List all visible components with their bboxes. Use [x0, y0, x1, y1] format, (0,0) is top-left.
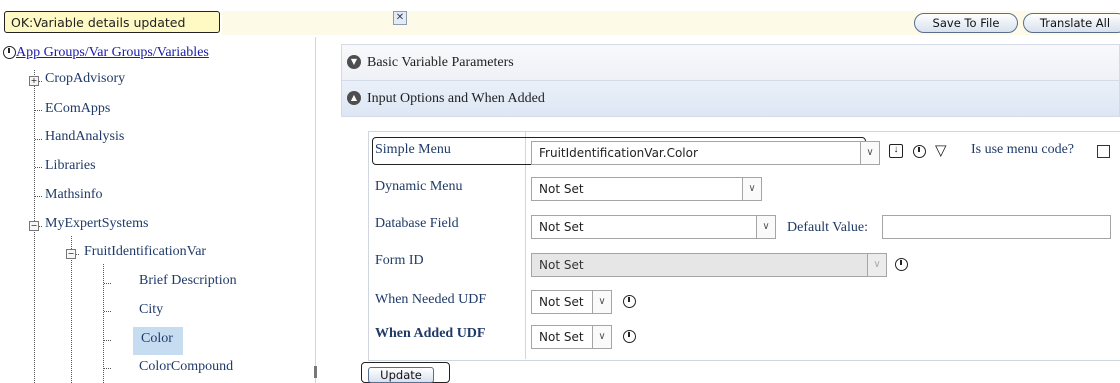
database-field-label: Database Field — [375, 216, 459, 231]
simple-menu-value: FruitIdentificationVar.Color — [539, 146, 698, 160]
refresh-icon[interactable] — [895, 258, 908, 271]
chevron-down-icon: ∨ — [867, 253, 887, 277]
simple-menu-label: Simple Menu — [375, 142, 451, 157]
tree-item-color[interactable]: Color — [141, 331, 173, 347]
tree-item-brief-description[interactable]: Brief Description — [139, 273, 237, 289]
download-icon[interactable]: ↓ — [889, 144, 903, 158]
filter-icon[interactable]: ▽ — [935, 143, 947, 158]
tree-item-colorcompound[interactable]: ColorCompound — [139, 359, 233, 375]
refresh-icon[interactable] — [913, 145, 926, 158]
chevron-down-icon: ∨ — [860, 141, 880, 165]
when-added-udf-value: Not Set — [539, 330, 584, 344]
tree-item-mathsinfo[interactable]: Mathsinfo — [45, 187, 103, 203]
when-needed-udf-label: When Needed UDF — [375, 292, 487, 307]
translate-all-button[interactable]: Translate All — [1023, 13, 1120, 33]
chevron-down-icon: ∨ — [592, 325, 612, 349]
dynamic-menu-select[interactable]: Not Set ∨ — [531, 177, 762, 201]
form-column-divider — [525, 131, 526, 359]
tree-item-cropadvisory[interactable]: CropAdvisory — [45, 71, 125, 87]
chevron-down-icon: ▼ — [347, 55, 361, 69]
tree-item-fruitidentificationvar[interactable]: FruitIdentificationVar — [84, 244, 206, 260]
use-menu-code-checkbox[interactable] — [1097, 145, 1110, 158]
tree-item-libraries[interactable]: Libraries — [45, 158, 96, 174]
simple-menu-select[interactable]: FruitIdentificationVar.Color ∨ — [531, 141, 880, 165]
tree-item-handanalysis[interactable]: HandAnalysis — [45, 129, 124, 145]
accordion-input-label: Input Options and When Added — [367, 91, 545, 106]
default-value-label: Default Value: — [787, 220, 868, 235]
accordion-input-options[interactable]: ▲ Input Options and When Added — [341, 80, 1120, 117]
tree-item-ecomapps[interactable]: EComApps — [45, 101, 110, 117]
accordion-basic-label: Basic Variable Parameters — [367, 55, 514, 70]
chevron-down-icon: ∨ — [592, 290, 612, 314]
dynamic-menu-value: Not Set — [539, 182, 584, 196]
chevron-down-icon: ∨ — [742, 177, 762, 201]
form-id-select: Not Set ∨ — [531, 253, 887, 277]
panel-divider — [315, 37, 316, 383]
when-needed-udf-value: Not Set — [539, 295, 584, 309]
chevron-down-icon: ∨ — [756, 215, 776, 239]
chevron-up-icon: ▲ — [347, 91, 361, 105]
status-message: OK:Variable details updated — [4, 11, 220, 33]
close-icon[interactable]: ✕ — [393, 11, 407, 25]
refresh-icon[interactable] — [623, 330, 636, 343]
tree-title-link[interactable]: App Groups/Var Groups/Variables — [16, 45, 209, 61]
panel-splitter[interactable] — [314, 366, 317, 378]
expand-icon[interactable]: + — [29, 76, 39, 86]
accordion-basic-parameters[interactable]: ▼ Basic Variable Parameters — [341, 44, 1120, 81]
collapse-icon[interactable]: − — [29, 221, 39, 231]
form-id-value: Not Set — [539, 258, 584, 272]
tree-item-myexpertsystems[interactable]: MyExpertSystems — [45, 216, 148, 232]
save-to-file-button[interactable]: Save To File — [914, 13, 1018, 33]
default-value-input[interactable] — [882, 215, 1111, 239]
update-button[interactable]: Update — [368, 367, 434, 383]
refresh-icon[interactable] — [3, 46, 16, 59]
tree-item-city[interactable]: City — [139, 302, 163, 318]
refresh-icon[interactable] — [623, 295, 636, 308]
dynamic-menu-label: Dynamic Menu — [375, 179, 463, 194]
when-needed-udf-select[interactable]: Not Set ∨ — [531, 290, 612, 314]
when-added-udf-label: When Added UDF — [375, 326, 486, 341]
database-field-value: Not Set — [539, 220, 584, 234]
use-menu-code-label: Is use menu code? — [971, 142, 1075, 157]
form-id-label: Form ID — [375, 253, 424, 268]
when-added-udf-select[interactable]: Not Set ∨ — [531, 325, 612, 349]
database-field-select[interactable]: Not Set ∨ — [531, 215, 776, 239]
collapse-icon[interactable]: − — [66, 249, 76, 259]
